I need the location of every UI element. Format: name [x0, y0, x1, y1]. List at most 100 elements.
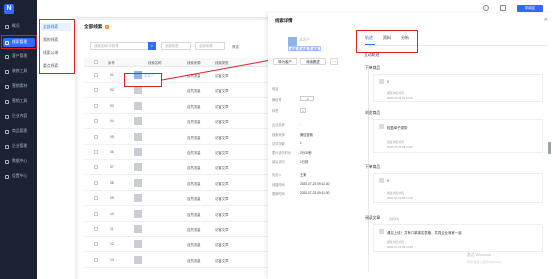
- row-checkbox[interactable]: [94, 165, 98, 170]
- wechat-select[interactable]: - ▾: [300, 96, 314, 101]
- table-row[interactable]: 05 自然流量 访客文章: [84, 130, 268, 145]
- user-menu-button[interactable]: 华南区: [517, 5, 543, 12]
- nav-item-materials[interactable]: 营销素材: [3, 82, 35, 91]
- lead-type: 访客文章: [215, 197, 229, 202]
- table-row[interactable]: 04 自然流量 访客文章: [84, 114, 268, 130]
- row-checkbox[interactable]: [94, 180, 98, 185]
- highlight-box-nav: [1, 35, 37, 49]
- more-button[interactable]: ···: [330, 58, 338, 65]
- row-checkbox[interactable]: [94, 150, 98, 154]
- table-row[interactable]: 13 自然流量 访客文章: [84, 253, 268, 268]
- page-title: 全部线索: [84, 24, 103, 29]
- field-label: 创建时间: [272, 183, 285, 187]
- field-label: 电话: [272, 87, 279, 91]
- table-row[interactable]: 10 自然流量 访客文章: [84, 207, 268, 222]
- row-checkbox[interactable]: [94, 103, 98, 108]
- table-row[interactable]: 11 自然流量 访客文章: [84, 222, 268, 237]
- lead-list-panel: 全部线索 8 线索名称/手机号 ⌕ 全部状态 全部来源 筛选 序号 线索名称 线…: [78, 20, 268, 279]
- row-checkbox[interactable]: [94, 134, 98, 139]
- field-value: -: [300, 122, 302, 126]
- activity-card[interactable]: 0 通过浏览访问 2020-07-23 09:11:30: [373, 74, 543, 102]
- field-value: 2020-07-23 09:11:30: [300, 191, 330, 195]
- row-checkbox[interactable]: [94, 227, 98, 231]
- row-number: 11: [110, 227, 114, 231]
- nav-item-marketing[interactable]: 营销工具: [3, 97, 35, 106]
- lead-source: 自然流量: [187, 74, 201, 78]
- lead-type: 访客文章: [215, 166, 229, 171]
- app-window: N 概况 线索管理 客户管理 装修工具 营销素材 营销工具 企业内容 商品管理 …: [0, 0, 553, 279]
- nav-item-customers[interactable]: 客户管理: [3, 52, 35, 61]
- lead-source: 自然流量: [187, 151, 201, 155]
- nav-item-label: 营销工具: [12, 99, 28, 103]
- lead-source: 自然流量: [187, 258, 201, 263]
- lead-type: 访客文章: [215, 89, 229, 94]
- lead-avatar: [134, 117, 142, 126]
- lead-source: 自然流量: [187, 228, 201, 232]
- scrollbar[interactable]: [548, 142, 551, 154]
- convert-customer-button[interactable]: 转为客户: [273, 58, 297, 65]
- lead-avatar: [134, 178, 142, 187]
- nav-item-data[interactable]: 数据中心: [3, 157, 35, 166]
- source-select[interactable]: 全部来源: [195, 42, 225, 50]
- activity-text: 遇见上线！共有订单报名表格，共同企业商家一起: [387, 231, 462, 235]
- follow-up-button[interactable]: 继续跟进: [300, 58, 326, 65]
- lead-source: 自然流量: [187, 197, 201, 202]
- lead-avatar: [134, 255, 142, 264]
- search-input[interactable]: 线索名称/手机号: [90, 42, 152, 50]
- nav-item-content[interactable]: 企业内容: [3, 112, 35, 121]
- select-all-checkbox[interactable]: [94, 60, 98, 64]
- marketing-icon: [5, 99, 9, 104]
- activity-meta: 通过浏览访问: [387, 140, 404, 144]
- table-row[interactable]: 03 自然流量 访客文章: [84, 99, 268, 114]
- activity-heading: 下单商品: [365, 66, 381, 70]
- table-row[interactable]: 02 自然流量 访客文章: [84, 83, 268, 99]
- nav-item-company[interactable]: 企业管理: [3, 142, 35, 151]
- table-row[interactable]: 07 自然流量 访客文章: [84, 160, 268, 176]
- table-row[interactable]: 01 某客户 自然流量 访客文章: [84, 68, 268, 83]
- table-row[interactable]: 12 自然流量 访客文章: [84, 237, 268, 253]
- row-checkbox[interactable]: [94, 88, 98, 93]
- table-row[interactable]: 06 自然流量 访客文章: [84, 145, 268, 160]
- row-number: 10: [110, 211, 114, 216]
- row-checkbox[interactable]: [94, 196, 98, 201]
- row-checkbox[interactable]: [94, 257, 98, 262]
- lead-avatar: [134, 148, 142, 156]
- row-checkbox[interactable]: [94, 242, 98, 247]
- lead-avatar: [134, 132, 142, 141]
- status-select[interactable]: 全部状态: [161, 42, 191, 50]
- activity-card[interactable]: 遇见上线！共有订单报名表格，共同企业商家一起 通过浏览访问 2020-07-23…: [373, 224, 543, 252]
- row-checkbox[interactable]: [94, 73, 98, 77]
- lead-type: 访客文章: [215, 243, 229, 248]
- activity-card[interactable]: 轻盈单子颈带 通过浏览访问 2020-07-23 09:11:30: [373, 119, 543, 153]
- help-icon[interactable]: [483, 5, 489, 11]
- nav-item-settings[interactable]: 设置中心: [3, 172, 35, 181]
- goods-icon: [379, 124, 384, 129]
- user-icon[interactable]: [500, 5, 506, 11]
- activity-meta: 通过浏览访问: [387, 191, 404, 195]
- activity-time: 2020-07-23 09:11:30: [387, 96, 413, 100]
- lead-source: 自然流量: [187, 166, 201, 171]
- nav-item-goods[interactable]: 商品管理: [3, 127, 35, 136]
- activity-time: 2020-07-23 09:11:30: [387, 245, 413, 249]
- nav-item-tools[interactable]: 装修工具: [3, 67, 35, 76]
- row-number: 02: [110, 88, 114, 93]
- search-button[interactable]: ⌕: [148, 42, 156, 50]
- row-number: 06: [110, 150, 114, 154]
- field-label: 更新时间: [272, 192, 285, 196]
- table-row[interactable]: 08 自然流量 访客文章: [84, 176, 268, 191]
- filter-link[interactable]: 筛选: [232, 44, 239, 49]
- field-value: 王某: [300, 173, 307, 177]
- row-checkbox[interactable]: [94, 211, 98, 216]
- nav-item-label: 装修工具: [12, 69, 28, 73]
- close-icon[interactable]: ✕: [544, 17, 548, 23]
- windows-watermark: 激活 Windows: [467, 253, 492, 257]
- lead-type: 访客文章: [215, 74, 229, 78]
- nav-item-overview[interactable]: 概况: [3, 22, 35, 31]
- lead-avatar: [134, 101, 142, 110]
- row-checkbox[interactable]: [94, 119, 98, 124]
- material-icon: [5, 84, 9, 89]
- lead-type: 访客文章: [215, 228, 229, 232]
- activity-card[interactable]: 0 通过浏览访问 2020-07-23 09:11:30: [373, 173, 543, 203]
- table-row[interactable]: 09 自然流量 访客文章: [84, 191, 268, 207]
- add-tag-button[interactable]: +: [300, 108, 306, 113]
